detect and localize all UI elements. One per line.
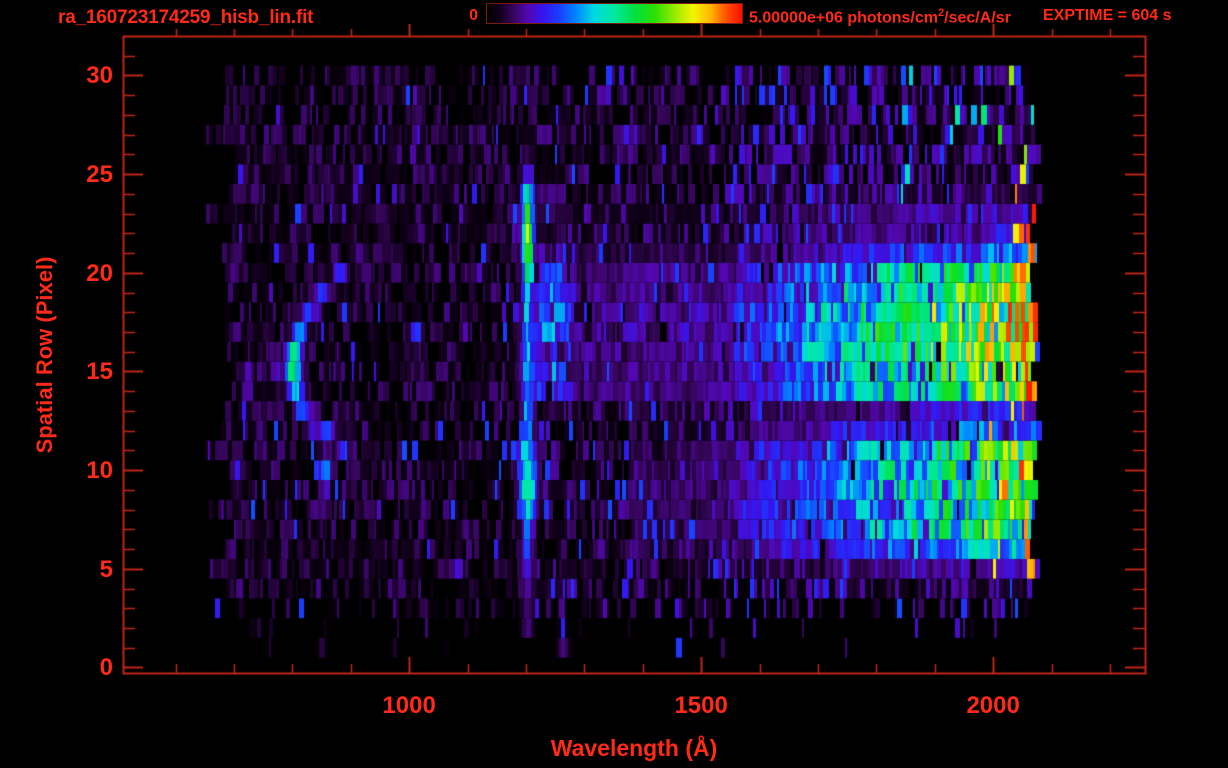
y-tick-label: 15 xyxy=(86,358,113,386)
y-tick-label: 20 xyxy=(86,260,113,288)
spectral-plot-window: ra_160723174259_hisb_lin.fit 0 5.00000e+… xyxy=(0,0,1228,768)
spectral-image-canvas xyxy=(0,0,1228,768)
y-tick-label: 0 xyxy=(100,654,113,682)
file-title: ra_160723174259_hisb_lin.fit xyxy=(58,7,313,29)
colorbar xyxy=(486,3,743,24)
x-tick-label: 1000 xyxy=(382,692,435,720)
colorbar-gradient-canvas xyxy=(487,4,742,23)
x-tick-label: 2000 xyxy=(966,692,1019,720)
colorbar-max-label: 5.00000e+06 photons/cm2/sec/A/sr xyxy=(749,7,1011,27)
colorbar-max-units: /sec/A/sr xyxy=(944,9,1011,26)
y-tick-label: 10 xyxy=(86,457,113,485)
y-tick-label: 25 xyxy=(86,161,113,189)
exptime-label: EXPTIME = 604 s xyxy=(1043,7,1172,25)
colorbar-min-label: 0 xyxy=(418,7,478,25)
y-axis-title: Spatial Row (Pixel) xyxy=(32,257,58,454)
x-tick-label: 1500 xyxy=(674,692,727,720)
x-axis-title: Wavelength (Å) xyxy=(551,735,718,762)
colorbar-max-value: 5.00000e+06 photons/cm xyxy=(749,9,938,26)
y-tick-label: 30 xyxy=(86,62,113,90)
y-tick-label: 5 xyxy=(100,556,113,584)
